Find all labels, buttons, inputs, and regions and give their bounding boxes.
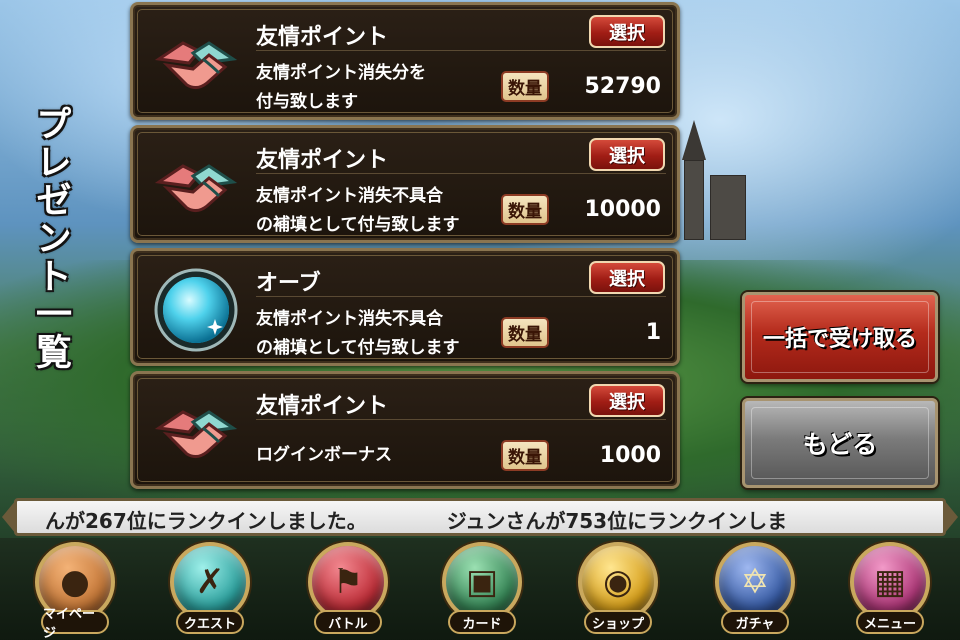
nav-label: バトル bbox=[314, 610, 382, 634]
select-button[interactable]: 選択 bbox=[589, 15, 665, 48]
ticker-right-cap bbox=[944, 500, 958, 534]
select-button[interactable]: 選択 bbox=[589, 261, 665, 294]
nav-item-card[interactable]: ▣ カード bbox=[432, 538, 532, 640]
quantity-value: 1000 bbox=[599, 443, 661, 468]
nav-label: カード bbox=[448, 610, 516, 634]
ticker-bar: んが267位にランクインしました。 ジュンさんが753位にランクインしま bbox=[14, 498, 946, 536]
ticker-message: ジュンさんが753位にランクインしま bbox=[446, 509, 788, 533]
present-description: 友情ポイント消失不具合 の補填として付与致します bbox=[256, 182, 496, 240]
divider bbox=[256, 296, 666, 297]
handshake-icon bbox=[153, 148, 239, 226]
present-list[interactable]: 友情ポイント 友情ポイント消失分を 付与致します 選択 数量 52790 友情ポ… bbox=[130, 0, 680, 490]
present-card[interactable]: 友情ポイント 友情ポイント消失不具合 の補填として付与致します 選択 数量 10… bbox=[130, 125, 680, 243]
description-line: の補填として付与致します bbox=[256, 338, 460, 358]
quantity-badge: 数量 bbox=[501, 194, 549, 225]
nav-item-quest[interactable]: ✗ クエスト bbox=[160, 538, 260, 640]
description-line: の補填として付与致します bbox=[256, 215, 460, 235]
screen-title-text: プレゼント一覧 bbox=[30, 105, 71, 371]
nav-label: メニュー bbox=[856, 610, 924, 634]
present-name: 友情ポイント bbox=[256, 148, 389, 173]
description-line: 付与致します bbox=[256, 92, 358, 112]
ticker-message: んが267位にランクインしました。 bbox=[45, 509, 367, 533]
present-card[interactable]: 友情ポイント 友情ポイント消失分を 付与致します 選択 数量 52790 bbox=[130, 2, 680, 120]
ranking-ticker: んが267位にランクインしました。 ジュンさんが753位にランクインしま bbox=[0, 496, 960, 538]
nav-item-menu[interactable]: ▦ メニュー bbox=[840, 538, 940, 640]
nav-label: クエスト bbox=[176, 610, 244, 634]
quantity-value: 1 bbox=[645, 320, 661, 345]
present-name: オーブ bbox=[256, 271, 321, 296]
quantity-value: 10000 bbox=[584, 197, 661, 222]
receive-all-button[interactable]: 一括で受け取る bbox=[742, 292, 938, 382]
description-line: 友情ポイント消失不具合 bbox=[256, 309, 443, 329]
nav-label: ガチャ bbox=[721, 610, 789, 634]
back-button[interactable]: もどる bbox=[742, 398, 938, 488]
castle-illustration bbox=[680, 120, 750, 240]
present-card[interactable]: オーブ 友情ポイント消失不具合 の補填として付与致します 選択 数量 1 bbox=[130, 248, 680, 366]
nav-label: ショップ bbox=[584, 610, 652, 634]
present-description: 友情ポイント消失分を 付与致します bbox=[256, 59, 496, 117]
description-line: 友情ポイント消失分を bbox=[256, 63, 426, 83]
quantity-badge: 数量 bbox=[501, 317, 549, 348]
divider bbox=[256, 419, 666, 420]
quantity-value: 52790 bbox=[584, 74, 661, 99]
nav-item-mypage[interactable]: ● マイページ bbox=[25, 538, 125, 640]
nav-label: マイページ bbox=[41, 607, 109, 640]
description-line: 友情ポイント消失不具合 bbox=[256, 186, 443, 206]
present-name: 友情ポイント bbox=[256, 25, 389, 50]
select-button[interactable]: 選択 bbox=[589, 138, 665, 171]
select-button[interactable]: 選択 bbox=[589, 384, 665, 417]
nav-item-gacha[interactable]: ✡ ガチャ bbox=[705, 538, 805, 640]
nav-item-battle[interactable]: ⚑ バトル bbox=[298, 538, 398, 640]
present-card[interactable]: 友情ポイント ログインボーナス 選択 数量 1000 bbox=[130, 371, 680, 489]
handshake-icon bbox=[153, 394, 239, 472]
quantity-badge: 数量 bbox=[501, 440, 549, 471]
bottom-nav: ● マイページ ✗ クエスト ⚑ バトル ▣ カード ◉ ショップ ✡ ガチャ … bbox=[0, 538, 960, 640]
handshake-icon bbox=[153, 25, 239, 103]
present-name: 友情ポイント bbox=[256, 394, 389, 419]
quantity-badge: 数量 bbox=[501, 71, 549, 102]
description-line: ログインボーナス bbox=[256, 445, 392, 465]
nav-item-shop[interactable]: ◉ ショップ bbox=[568, 538, 668, 640]
screen-title: プレゼント一覧 bbox=[0, 105, 100, 405]
divider bbox=[256, 173, 666, 174]
ticker-text: んが267位にランクインしました。 ジュンさんが753位にランクインしま bbox=[45, 505, 867, 533]
present-description: 友情ポイント消失不具合 の補填として付与致します bbox=[256, 305, 496, 363]
present-description: ログインボーナス bbox=[256, 440, 496, 471]
orb-icon bbox=[153, 268, 239, 352]
divider bbox=[256, 50, 666, 51]
